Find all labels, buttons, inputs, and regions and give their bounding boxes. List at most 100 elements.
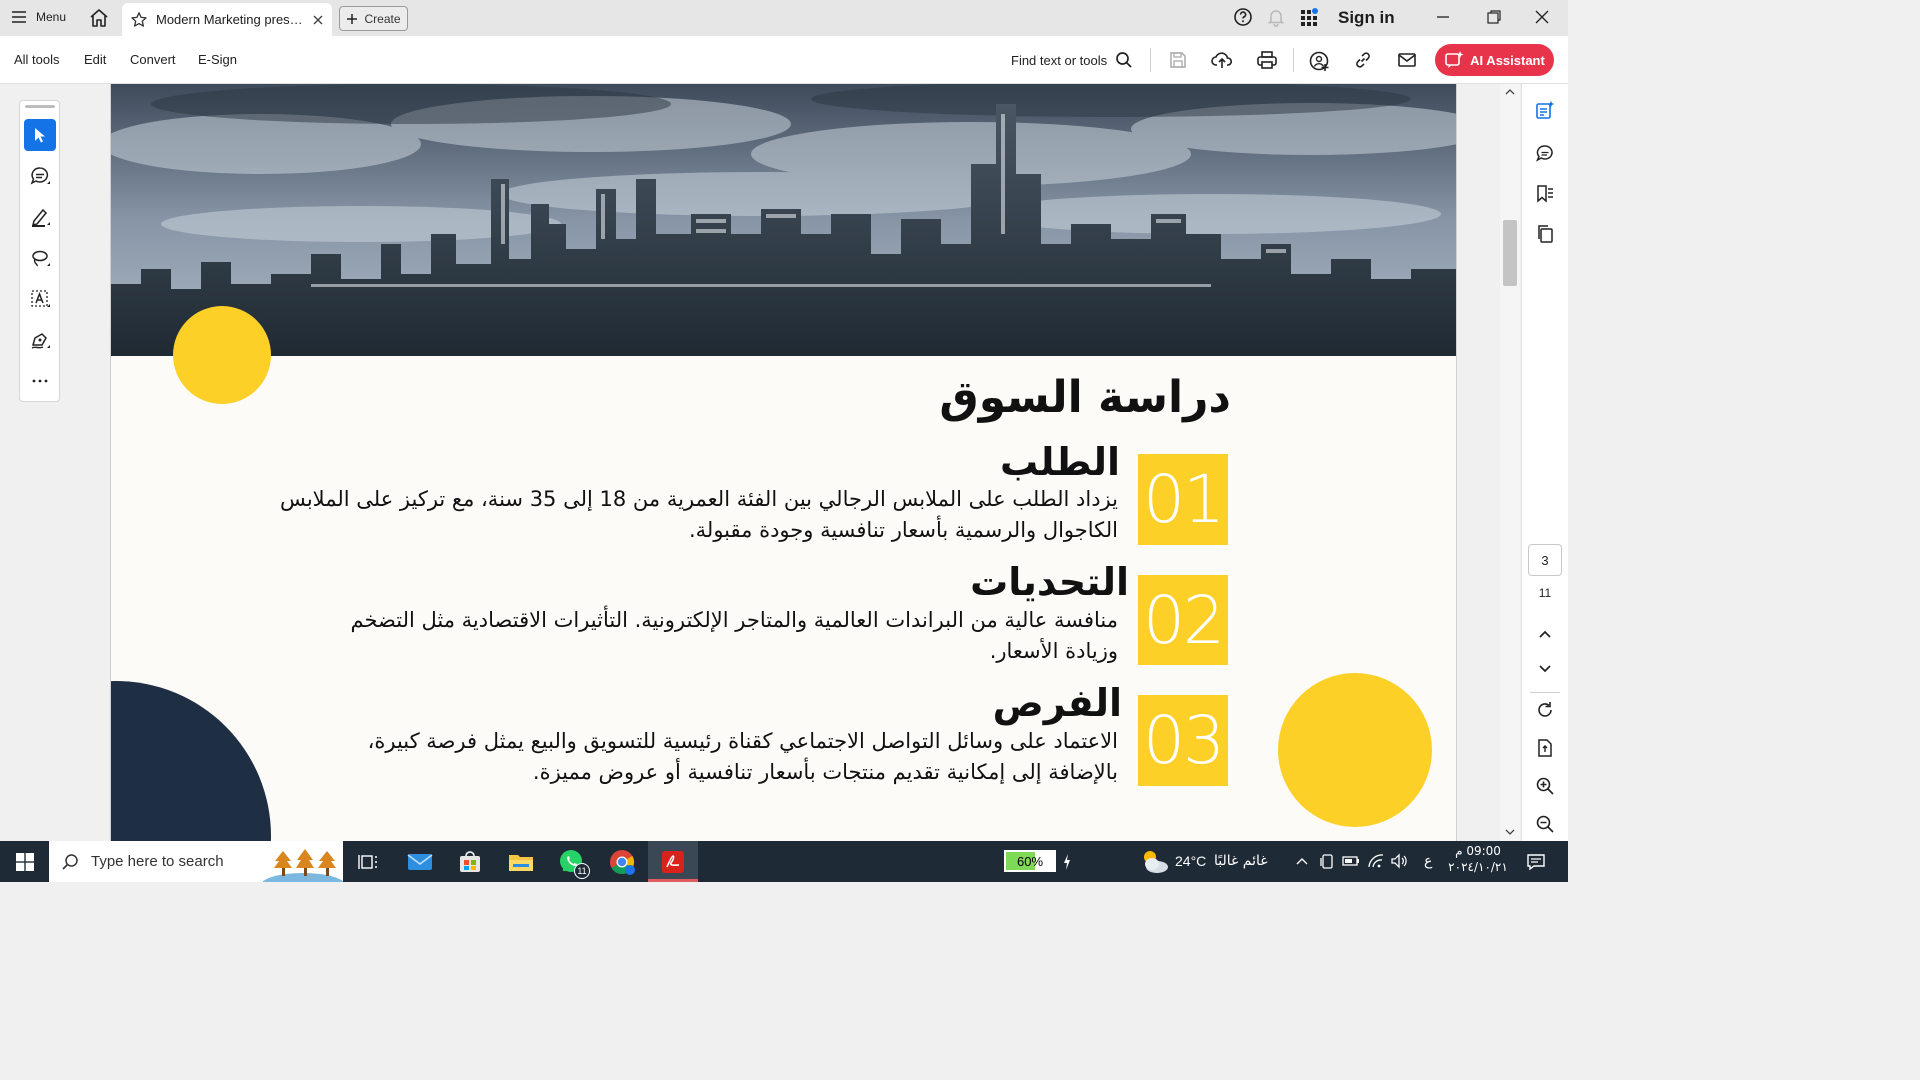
battery-tray-icon[interactable] (1342, 854, 1360, 868)
bookmarks-panel-button[interactable] (1535, 184, 1555, 204)
taskbar-search-box[interactable]: Type here to search (49, 841, 343, 882)
chrome-button[interactable] (597, 841, 647, 882)
comment-tool-button[interactable] (24, 160, 56, 192)
find-tools-button[interactable]: Find text or tools (1011, 51, 1133, 69)
section-body-line: بالإضافة إلى إمكانية تقديم منتجات بأسعار… (532, 760, 1118, 784)
rotate-button[interactable] (1535, 700, 1555, 720)
ai-assistant-button[interactable]: AI Assistant (1435, 44, 1554, 76)
acrobat-button[interactable] (648, 841, 698, 882)
section-body-line: منافسة عالية من البراندات العالمية والمت… (350, 608, 1118, 632)
previous-page-button[interactable] (1535, 627, 1555, 641)
create-button[interactable]: Create (339, 6, 408, 31)
cloud-upload-icon (1211, 52, 1233, 68)
volume-icon[interactable] (1390, 853, 1408, 869)
weather-condition[interactable]: غائم غالبًا (1214, 853, 1268, 869)
battery-indicator[interactable]: 60% (1004, 850, 1056, 872)
plus-icon (347, 13, 358, 24)
generative-summary-button[interactable] (1535, 100, 1555, 120)
rail-divider (1530, 692, 1560, 693)
print-button[interactable] (1256, 50, 1278, 70)
minimize-button[interactable] (1434, 8, 1452, 26)
star-icon[interactable] (130, 11, 148, 29)
pages-panel-button[interactable] (1535, 224, 1555, 244)
file-explorer-button[interactable] (496, 841, 546, 882)
section-heading: الفرص (992, 681, 1122, 725)
vertical-scrollbar[interactable] (1500, 84, 1520, 841)
document-tab[interactable]: Modern Marketing prese... (122, 3, 332, 36)
phone-link-icon[interactable] (1320, 852, 1334, 870)
start-button[interactable] (0, 841, 49, 882)
scroll-up-arrow-icon[interactable] (1505, 88, 1515, 96)
yellow-circle-large-decoration (1278, 673, 1432, 827)
close-window-button[interactable] (1533, 8, 1551, 26)
upload-button[interactable] (1211, 50, 1233, 70)
next-page-button[interactable] (1535, 662, 1555, 676)
comment-icon (1535, 145, 1553, 162)
section-heading: التحديات (970, 560, 1129, 604)
toolbar-divider (1293, 48, 1294, 72)
chevron-up-icon (1539, 630, 1551, 638)
menu-edit[interactable]: Edit (84, 52, 106, 67)
ai-summary-icon (1536, 101, 1554, 119)
chevron-down-icon (1539, 665, 1551, 673)
close-tab-icon[interactable] (312, 14, 324, 26)
search-icon (62, 853, 78, 870)
task-view-button[interactable] (343, 841, 393, 882)
home-icon (90, 9, 108, 27)
menu-convert[interactable]: Convert (130, 52, 176, 67)
menu-all-tools[interactable]: All tools (14, 52, 60, 67)
show-hidden-icons-chevron-icon[interactable] (1295, 855, 1309, 867)
menu-button[interactable]: Menu (10, 8, 66, 26)
select-tool-button[interactable] (24, 119, 56, 151)
drag-handle[interactable] (25, 105, 55, 108)
restore-button[interactable] (1485, 8, 1503, 26)
menu-e-sign[interactable]: E-Sign (198, 52, 237, 67)
zoom-out-button[interactable] (1535, 814, 1555, 834)
notifications-button[interactable] (1265, 6, 1287, 28)
apps-button[interactable] (1298, 6, 1320, 28)
ai-assistant-icon (1445, 51, 1464, 68)
notification-center-icon[interactable] (1526, 852, 1546, 872)
text-tool-button[interactable] (24, 283, 56, 315)
scrollbar-thumb[interactable] (1503, 220, 1517, 286)
rotate-icon (1538, 702, 1552, 717)
cloud-sun-icon (1144, 851, 1168, 873)
whatsapp-button[interactable]: 11 (547, 841, 597, 882)
help-button[interactable] (1232, 6, 1254, 28)
copy-link-button[interactable] (1353, 50, 1373, 70)
zoom-in-button[interactable] (1535, 776, 1555, 796)
document-viewport[interactable]: دراسة السوق 01 الطلب يزداد الطلب على الم… (110, 84, 1457, 841)
weather-widget[interactable] (1138, 846, 1170, 876)
email-button[interactable] (1397, 50, 1417, 70)
more-tools-button[interactable] (24, 365, 56, 397)
clock[interactable]: 09:00 م ٢٠٢٤/١٠/٢١ (1446, 844, 1510, 874)
page-display-button[interactable] (1535, 738, 1555, 758)
create-label: Create (364, 11, 401, 26)
search-highlight-trees-icon (263, 849, 343, 882)
mail-icon (1398, 53, 1416, 67)
sign-tool-button[interactable] (24, 324, 56, 356)
home-button[interactable] (88, 7, 110, 29)
draw-tool-button[interactable] (24, 242, 56, 274)
temperature[interactable]: 24°C (1175, 853, 1206, 869)
save-icon (1170, 52, 1186, 68)
scroll-down-arrow-icon[interactable] (1505, 828, 1515, 836)
share-button[interactable] (1308, 50, 1330, 72)
input-language[interactable]: ع (1424, 853, 1432, 869)
lasso-icon (32, 250, 50, 267)
wifi-icon[interactable] (1367, 853, 1385, 869)
section-body-line: الكاجوال والرسمية بأسعار تنافسية وجودة م… (689, 518, 1118, 542)
active-app-indicator (648, 879, 698, 882)
highlight-tool-button[interactable] (24, 201, 56, 233)
save-button[interactable] (1168, 50, 1188, 70)
current-page-input[interactable]: 3 (1528, 544, 1562, 576)
sign-in-button[interactable]: Sign in (1338, 8, 1395, 28)
store-app-button[interactable] (445, 841, 495, 882)
printer-icon (1257, 51, 1277, 69)
add-person-icon (1309, 51, 1329, 71)
close-icon (1535, 10, 1549, 24)
section-number-box: 02 (1138, 575, 1228, 665)
mail-app-button[interactable] (395, 841, 445, 882)
comments-panel-button[interactable] (1535, 144, 1555, 164)
ai-assistant-label: AI Assistant (1470, 52, 1545, 68)
